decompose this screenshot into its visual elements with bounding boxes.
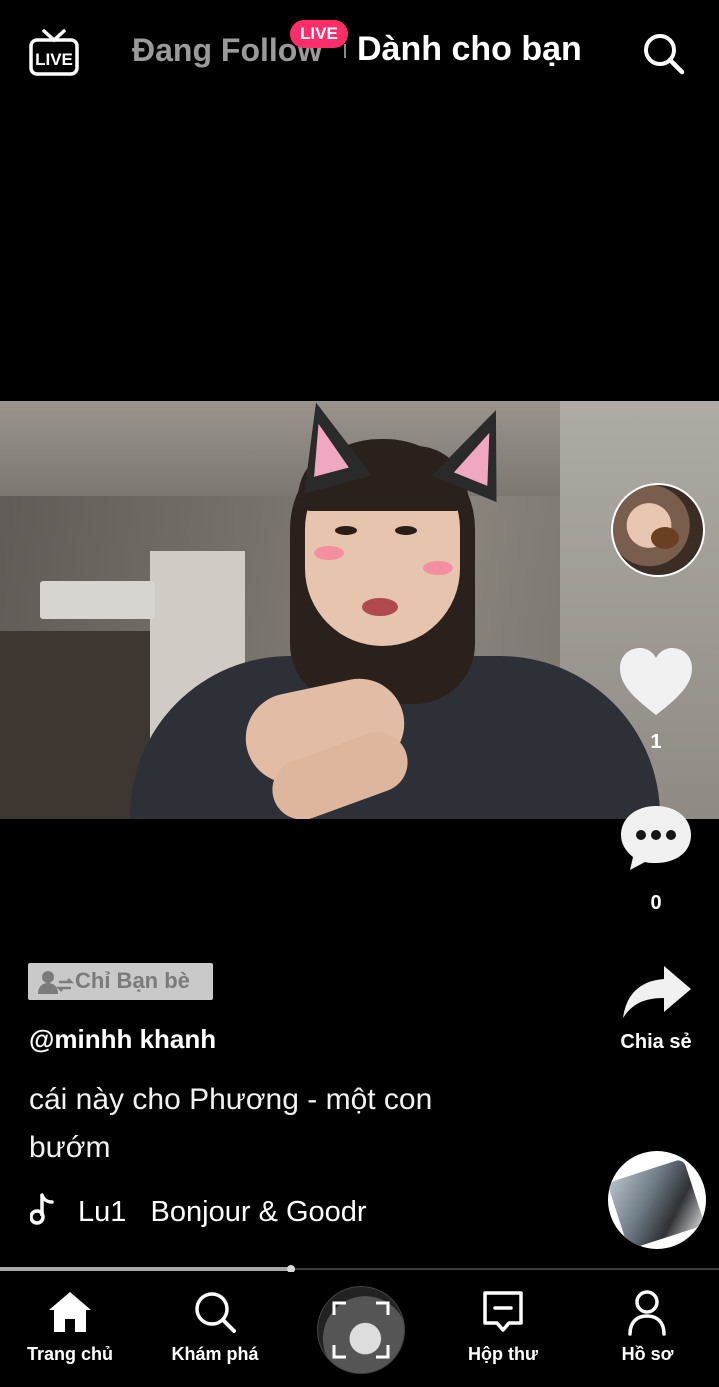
bottom-nav: Trang chủ Khám phá Hộp thư Hồ sơ <box>0 1272 719 1387</box>
live-badge: LIVE <box>290 20 348 48</box>
comment-count: 0 <box>650 892 662 914</box>
video-caption: cái này cho Phương - một con bướm <box>29 1083 433 1164</box>
privacy-badge: Chỉ Bạn bè <box>28 963 213 1000</box>
nav-inbox-label: Hộp thư <box>467 1344 538 1364</box>
privacy-friends-icon <box>38 970 75 994</box>
heart-icon <box>620 648 692 715</box>
nav-home-label: Trang chủ <box>26 1344 113 1364</box>
home-icon <box>49 1292 91 1332</box>
share-arrow-icon <box>623 966 691 1018</box>
comment-icon <box>621 806 691 870</box>
video-blush-left <box>314 546 344 560</box>
music-disc[interactable] <box>608 1151 706 1249</box>
like-button[interactable] <box>618 645 694 721</box>
tab-for-you[interactable]: Dành cho bạn <box>357 30 582 69</box>
nav-profile[interactable]: Hồ sơ <box>590 1272 705 1387</box>
video-eye-left <box>335 526 357 535</box>
nav-profile-label: Hồ sơ <box>621 1344 674 1364</box>
svg-text:LIVE: LIVE <box>35 50 73 69</box>
privacy-label: Chỉ Bạn bè <box>75 968 190 993</box>
nav-discover[interactable]: Khám phá <box>155 1272 275 1387</box>
tab-separator <box>344 44 346 58</box>
nav-discover-label: Khám phá <box>171 1344 259 1364</box>
video-eye-right <box>395 526 417 535</box>
nav-inbox[interactable]: Hộp thư <box>444 1272 562 1387</box>
video-player[interactable] <box>0 401 719 819</box>
progress-fill <box>0 1267 292 1271</box>
create-icon <box>317 1286 405 1374</box>
inbox-icon <box>483 1291 523 1332</box>
search-icon[interactable] <box>642 32 686 76</box>
profile-icon <box>628 1290 666 1336</box>
comment-button[interactable] <box>618 803 694 873</box>
music-title[interactable]: Lu1 Bonjour & Goodr <box>78 1196 367 1229</box>
like-count: 1 <box>650 731 662 753</box>
share-button[interactable] <box>620 963 694 1021</box>
nav-create[interactable] <box>315 1272 405 1387</box>
live-tv-icon[interactable]: LIVE <box>28 28 80 78</box>
author-avatar[interactable] <box>611 483 705 577</box>
share-label: Chia sẻ <box>620 1031 692 1053</box>
video-shelf <box>0 631 150 819</box>
video-air-conditioner <box>40 581 155 619</box>
nav-home[interactable]: Trang chủ <box>10 1272 130 1387</box>
discover-icon <box>195 1292 236 1333</box>
video-mouth <box>362 598 398 616</box>
top-bar: LIVE Đang Follow LIVE Dành cho bạn <box>0 0 719 110</box>
video-blush-right <box>423 561 453 575</box>
music-note-icon <box>29 1193 54 1225</box>
username[interactable]: @minhh khanh <box>29 1024 216 1055</box>
